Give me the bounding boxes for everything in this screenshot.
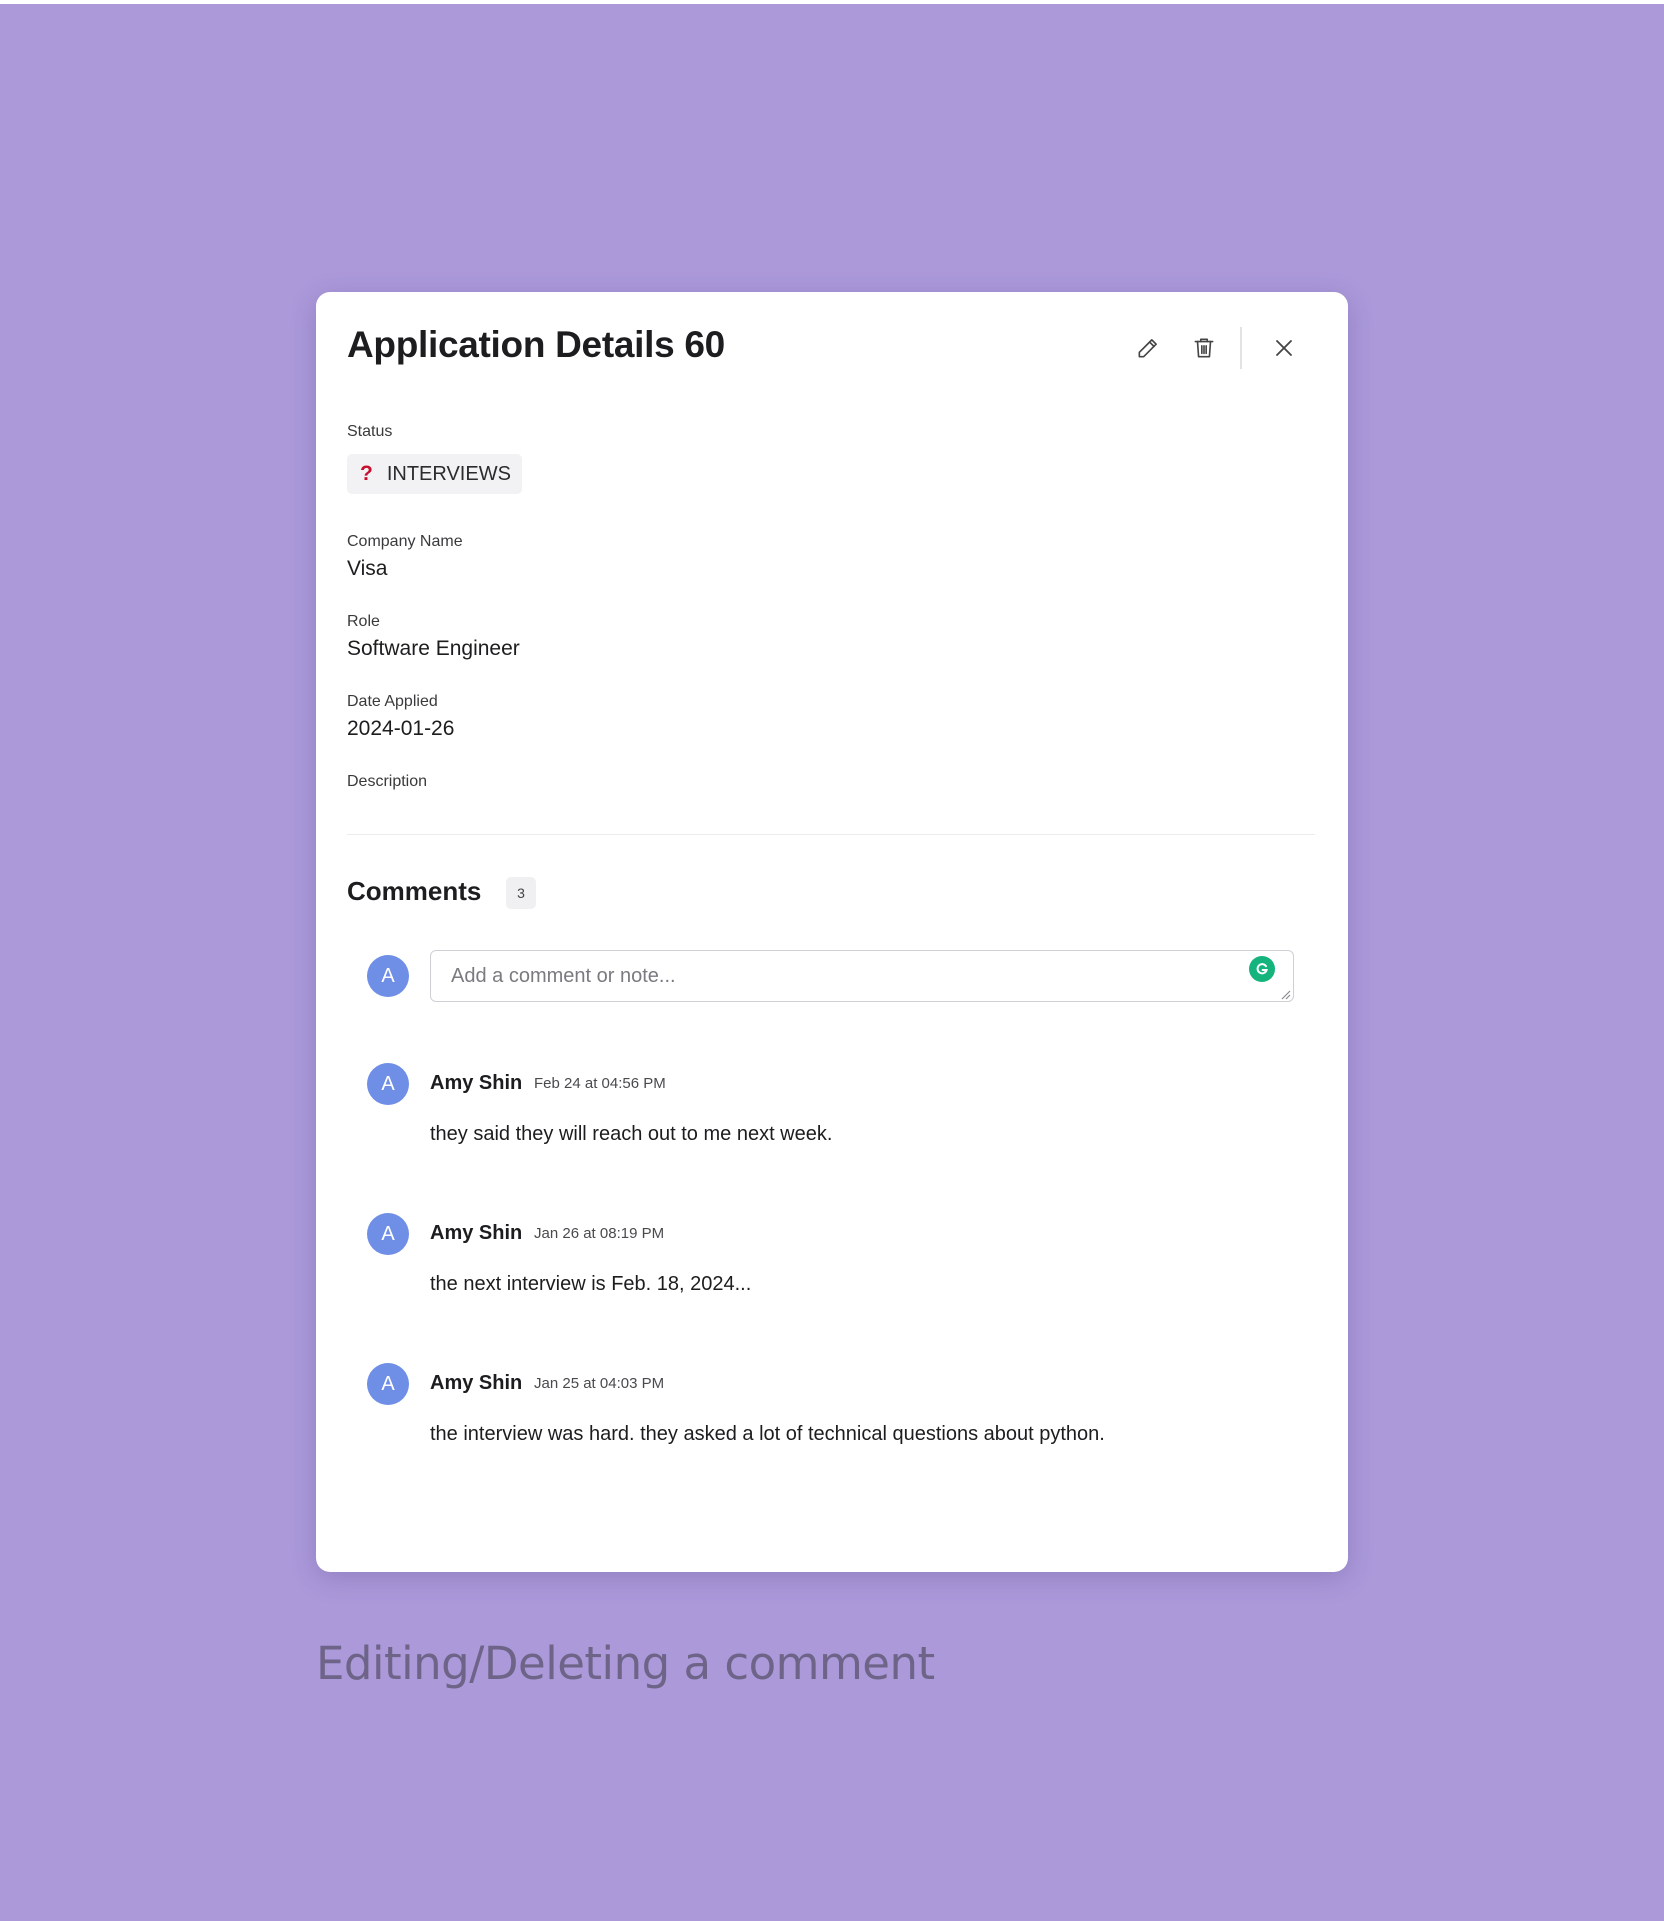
edit-button[interactable] xyxy=(1126,326,1170,370)
question-icon: ? xyxy=(360,462,373,485)
grammarly-icon[interactable] xyxy=(1249,956,1275,982)
avatar: A xyxy=(367,1213,409,1255)
close-button[interactable] xyxy=(1262,326,1306,370)
date-applied-value: 2024-01-26 xyxy=(347,717,455,740)
status-label: Status xyxy=(347,423,393,440)
role-value: Software Engineer xyxy=(347,637,520,660)
date-applied-label: Date Applied xyxy=(347,693,438,710)
application-details-modal: Application Details 60 Status ? INTERVIE… xyxy=(316,292,1348,1572)
comment-time: Jan 26 at 08:19 PM xyxy=(534,1225,665,1242)
pencil-icon xyxy=(1135,335,1161,361)
comments-title: Comments xyxy=(347,876,482,906)
header-divider xyxy=(1240,327,1242,369)
resize-handle-icon[interactable] xyxy=(1279,987,1291,1000)
caption: Editing/Deleting a comment xyxy=(316,1637,935,1690)
avatar: A xyxy=(367,1063,409,1105)
description-label: Description xyxy=(347,773,428,790)
status-value: INTERVIEWS xyxy=(386,462,511,485)
comment-body: the next interview is Feb. 18, 2024... xyxy=(430,1273,752,1295)
comment-input-box xyxy=(430,950,1294,1002)
comments-count-badge: 3 xyxy=(506,877,536,909)
company-name-value: Visa xyxy=(347,557,388,580)
avatar: A xyxy=(367,1363,409,1405)
company-name-label: Company Name xyxy=(347,533,463,550)
comment-author: Amy Shin xyxy=(430,1222,523,1244)
avatar: A xyxy=(367,955,409,997)
trash-icon xyxy=(1191,335,1217,361)
top-edge-line xyxy=(0,0,1664,4)
comment-body: they said they will reach out to me next… xyxy=(430,1123,833,1145)
comment-item[interactable]: A Amy Shin Feb 24 at 04:56 PM they said … xyxy=(367,1063,1297,1163)
modal-header-actions xyxy=(1120,326,1312,370)
comment-author: Amy Shin xyxy=(430,1072,523,1094)
comment-item[interactable]: A Amy Shin Jan 25 at 04:03 PM the interv… xyxy=(367,1363,1297,1463)
close-icon xyxy=(1272,336,1296,360)
section-divider xyxy=(347,834,1315,835)
status-badge[interactable]: ? INTERVIEWS xyxy=(347,454,522,494)
delete-button[interactable] xyxy=(1182,326,1226,370)
comment-time: Feb 24 at 04:56 PM xyxy=(534,1075,666,1092)
modal-title: Application Details 60 xyxy=(347,324,725,365)
comment-author: Amy Shin xyxy=(430,1372,523,1394)
comment-input[interactable] xyxy=(431,951,1293,1001)
comment-item[interactable]: A Amy Shin Jan 26 at 08:19 PM the next i… xyxy=(367,1213,1297,1313)
comment-time: Jan 25 at 04:03 PM xyxy=(534,1375,665,1392)
comment-body: the interview was hard. they asked a lot… xyxy=(430,1423,1105,1445)
role-label: Role xyxy=(347,613,380,630)
